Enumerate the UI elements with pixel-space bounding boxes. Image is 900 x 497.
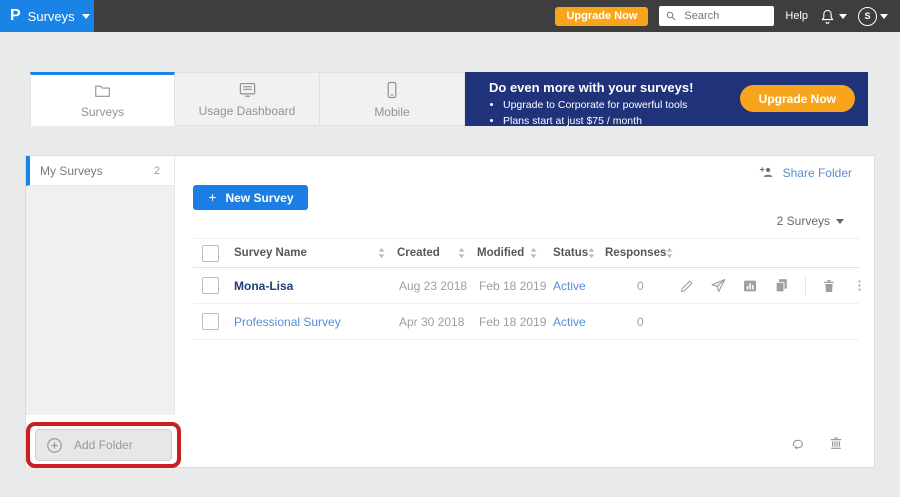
chevron-down-icon	[880, 14, 888, 19]
reports-icon[interactable]	[742, 278, 758, 294]
restore-icon[interactable]	[789, 436, 806, 451]
survey-count-label: 2 Surveys	[777, 214, 830, 228]
search-box[interactable]	[659, 6, 774, 26]
table-row: Professional Survey Apr 30 2018 Feb 18 2…	[193, 304, 859, 340]
plus-icon	[207, 192, 218, 203]
more-options-icon[interactable]	[852, 278, 867, 293]
account-menu[interactable]: S	[858, 7, 888, 26]
folder-icon	[92, 82, 113, 100]
created-date: Apr 30 2018	[397, 315, 477, 329]
survey-name-link[interactable]: Mona-Lisa	[234, 279, 293, 293]
person-add-icon	[758, 165, 775, 180]
brand-logo-icon: P	[10, 8, 21, 24]
modified-date: Feb 18 2019	[477, 279, 549, 293]
upgrade-now-button[interactable]: Upgrade Now	[555, 7, 648, 26]
created-date: Aug 23 2018	[397, 279, 477, 293]
table-row: Mona-Lisa Aug 23 2018 Feb 18 2019 Active…	[193, 268, 859, 304]
topbar-actions: Upgrade Now Help S	[555, 6, 900, 26]
share-folder-label: Share Folder	[783, 166, 852, 180]
responses-count: 0	[605, 279, 679, 293]
column-header-survey-name: Survey Name	[234, 247, 307, 259]
promo-banner: Do even more with your surveys! Upgrade …	[465, 72, 868, 126]
copy-icon[interactable]	[773, 277, 790, 294]
surveys-table: Survey Name Created Modified Status Resp…	[193, 238, 859, 340]
page: P Surveys Upgrade Now Help S Surveys	[0, 0, 900, 497]
topbar: P Surveys Upgrade Now Help S	[0, 0, 900, 32]
status-badge[interactable]: Active	[549, 315, 605, 329]
dashboard-icon	[237, 80, 258, 99]
tab-surveys[interactable]: Surveys	[30, 72, 175, 126]
sort-icon[interactable]	[530, 248, 537, 258]
new-survey-label: New Survey	[225, 191, 293, 205]
notifications-menu[interactable]	[819, 8, 847, 25]
chevron-down-icon	[82, 14, 90, 19]
add-folder-button[interactable]: Add Folder	[35, 429, 172, 461]
tab-usage-dashboard[interactable]: Usage Dashboard	[175, 72, 320, 126]
column-header-responses: Responses	[605, 247, 666, 259]
tab-label: Surveys	[81, 105, 124, 119]
app-menu-label: Surveys	[28, 9, 75, 24]
delete-icon[interactable]	[821, 278, 837, 294]
bell-icon	[819, 8, 836, 25]
survey-name-link[interactable]: Professional Survey	[234, 315, 341, 329]
row-checkbox[interactable]	[202, 277, 219, 294]
modified-date: Feb 18 2019	[477, 315, 549, 329]
folder-label: My Surveys	[40, 164, 103, 178]
status-badge[interactable]: Active	[549, 279, 605, 293]
help-link[interactable]: Help	[785, 10, 808, 22]
search-input[interactable]	[682, 9, 772, 23]
tab-label: Mobile	[374, 105, 409, 119]
tab-label: Usage Dashboard	[199, 104, 296, 118]
surveys-panel: My Surveys 2 Share Folder New Survey 2 S…	[25, 155, 875, 468]
row-actions	[679, 277, 893, 295]
survey-count-dropdown[interactable]: 2 Surveys	[777, 214, 844, 228]
add-circle-icon	[45, 436, 64, 455]
column-header-created: Created	[397, 247, 440, 259]
add-folder-label: Add Folder	[74, 438, 133, 452]
column-header-modified: Modified	[477, 247, 524, 259]
new-survey-button[interactable]: New Survey	[193, 185, 308, 210]
chevron-down-icon	[836, 219, 844, 224]
folders-sidebar	[26, 156, 175, 415]
sidebar-item-my-surveys[interactable]: My Surveys 2	[26, 156, 174, 186]
share-folder-link[interactable]: Share Folder	[758, 165, 852, 180]
row-checkbox[interactable]	[202, 313, 219, 330]
send-icon[interactable]	[710, 277, 727, 294]
app-switcher[interactable]: P Surveys	[0, 0, 94, 32]
sort-icon[interactable]	[666, 248, 673, 258]
main-tabs: Surveys Usage Dashboard Mobile	[30, 72, 465, 126]
search-icon	[665, 10, 677, 22]
edit-icon[interactable]	[679, 278, 695, 294]
trash-bin-icon[interactable]	[828, 435, 844, 451]
column-header-status: Status	[553, 247, 588, 259]
panel-footer-actions	[789, 435, 844, 451]
sort-icon[interactable]	[378, 248, 385, 258]
chevron-down-icon	[839, 14, 847, 19]
sort-icon[interactable]	[458, 248, 465, 258]
annotation-highlight-box: Add Folder	[26, 422, 181, 468]
sort-icon[interactable]	[588, 248, 595, 258]
mobile-icon	[382, 80, 402, 100]
tab-mobile[interactable]: Mobile	[320, 72, 465, 126]
avatar: S	[858, 7, 877, 26]
promo-bullet: Plans start at just $75 / month	[503, 114, 868, 130]
upgrade-now-cta-button[interactable]: Upgrade Now	[740, 85, 855, 112]
select-all-checkbox[interactable]	[202, 245, 219, 262]
responses-count: 0	[605, 315, 679, 329]
table-header-row: Survey Name Created Modified Status Resp…	[193, 238, 859, 268]
folder-count-badge: 2	[154, 165, 160, 177]
divider	[805, 277, 806, 295]
